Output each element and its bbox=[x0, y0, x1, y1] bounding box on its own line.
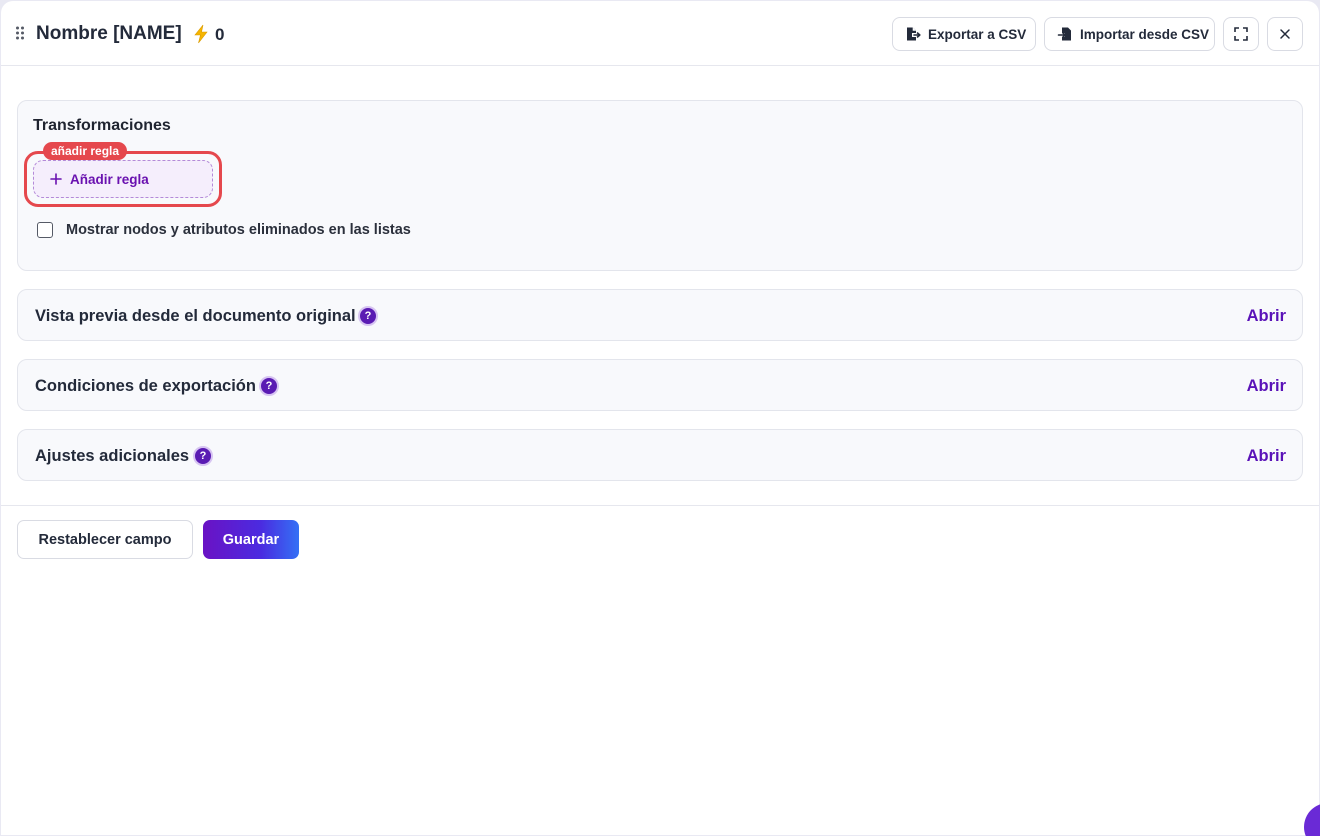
page-title: Nombre [NAME] bbox=[36, 23, 182, 44]
section-additional-settings-open-link[interactable]: Abrir bbox=[1247, 446, 1286, 466]
section-additional-settings[interactable]: Ajustes adicionales ? Abrir bbox=[17, 429, 1303, 481]
section-export-conditions-title: Condiciones de exportación bbox=[35, 377, 256, 395]
section-export-conditions[interactable]: Condiciones de exportación ? Abrir bbox=[17, 359, 1303, 411]
import-csv-label: Importar desde CSV bbox=[1080, 26, 1210, 42]
import-csv-button[interactable]: Importar desde CSV bbox=[1044, 17, 1215, 51]
file-import-icon bbox=[1057, 27, 1071, 41]
show-deleted-label[interactable]: Mostrar nodos y atributos eliminados en … bbox=[66, 222, 411, 239]
transformations-panel: Transformaciones Añadir regla añadir reg… bbox=[17, 100, 1303, 271]
lightning-bolt-icon bbox=[194, 24, 208, 44]
highlight-tag: añadir regla bbox=[43, 142, 128, 160]
add-rule-button[interactable]: Añadir regla bbox=[33, 160, 213, 198]
section-preview[interactable]: Vista previa desde el documento original… bbox=[17, 289, 1303, 341]
reset-field-button[interactable]: Restablecer campo bbox=[17, 520, 193, 559]
usage-count: 0 bbox=[215, 25, 225, 44]
plus-icon bbox=[50, 173, 62, 185]
show-deleted-checkbox[interactable] bbox=[37, 222, 53, 238]
help-icon[interactable]: ? bbox=[259, 376, 279, 396]
transformations-title: Transformaciones bbox=[33, 117, 171, 134]
add-rule-label: Añadir regla bbox=[70, 171, 149, 187]
footer-divider bbox=[1, 505, 1319, 506]
modal-header: Nombre [NAME] 0 Exportar a CSV Importar … bbox=[1, 1, 1319, 66]
section-preview-title: Vista previa desde el documento original bbox=[35, 307, 356, 325]
section-preview-open-link[interactable]: Abrir bbox=[1247, 306, 1286, 326]
file-export-icon bbox=[907, 27, 921, 41]
section-export-conditions-open-link[interactable]: Abrir bbox=[1247, 376, 1286, 396]
export-csv-label: Exportar a CSV bbox=[928, 26, 1027, 42]
drag-handle-icon[interactable] bbox=[15, 26, 25, 40]
save-button[interactable]: Guardar bbox=[203, 520, 299, 559]
close-button[interactable] bbox=[1267, 17, 1303, 51]
help-icon[interactable]: ? bbox=[193, 446, 213, 466]
help-icon[interactable]: ? bbox=[358, 306, 378, 326]
fullscreen-icon bbox=[1234, 27, 1248, 41]
fullscreen-button[interactable] bbox=[1223, 17, 1259, 51]
close-icon bbox=[1280, 29, 1290, 39]
export-csv-button[interactable]: Exportar a CSV bbox=[892, 17, 1036, 51]
field-editor-modal: Nombre [NAME] 0 Exportar a CSV Importar … bbox=[1, 1, 1319, 835]
section-additional-settings-title: Ajustes adicionales bbox=[35, 447, 190, 465]
